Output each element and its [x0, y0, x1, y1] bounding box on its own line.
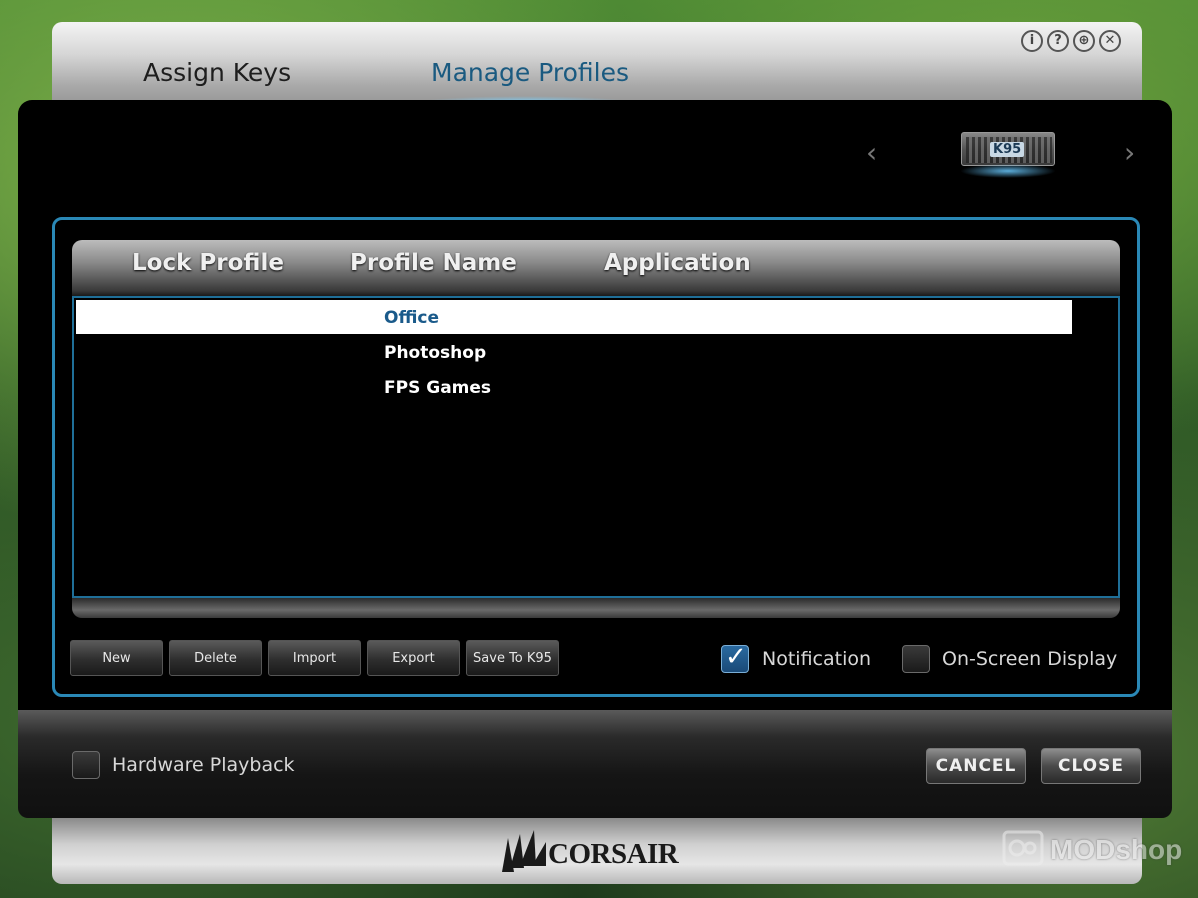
tab-assign-keys[interactable]: Assign Keys [143, 58, 291, 87]
new-button[interactable]: New [70, 640, 163, 676]
corsair-sails-logo-icon [502, 830, 546, 872]
notification-checkbox[interactable]: ✓ [721, 642, 749, 673]
device-k95-keyboard-icon[interactable]: K95 [961, 132, 1055, 166]
profile-table-footer [72, 598, 1120, 618]
on-screen-display-checkbox[interactable] [902, 645, 930, 673]
notification-label: Notification [762, 648, 872, 670]
column-application[interactable]: Application [604, 250, 751, 276]
cancel-button[interactable]: CANCEL [926, 748, 1026, 784]
tab-manage-profiles[interactable]: Manage Profiles [431, 58, 629, 87]
profile-name-cell: FPS Games [384, 378, 492, 398]
hardware-playback-label: Hardware Playback [112, 754, 295, 776]
table-row[interactable]: FPS Games [76, 370, 1072, 404]
column-profile-name[interactable]: Profile Name [350, 250, 517, 276]
close-icon[interactable]: ✕ [1099, 30, 1121, 52]
corsair-logo: CORSAIR [548, 838, 679, 870]
table-row[interactable]: Office [76, 300, 1072, 334]
help-icon[interactable]: ? [1047, 30, 1069, 52]
checkmark-icon: ✓ [725, 642, 747, 672]
hardware-playback-checkbox[interactable] [72, 751, 100, 779]
watermark-text: MODshop [1050, 834, 1183, 865]
device-name: K95 [990, 142, 1025, 157]
on-screen-display-label: On-Screen Display [942, 648, 1118, 670]
delete-button[interactable]: Delete [169, 640, 262, 676]
prev-device-chevron-left-icon[interactable]: ‹ [866, 136, 877, 169]
profile-name-cell: Office [384, 308, 440, 328]
window-controls: i ? ⊕ ✕ [1021, 30, 1121, 52]
import-button[interactable]: Import [268, 640, 361, 676]
profile-name-cell: Photoshop [384, 343, 487, 363]
table-row[interactable]: Photoshop [76, 335, 1072, 369]
profile-table: Office Photoshop FPS Games [72, 296, 1120, 598]
save-to-device-button[interactable]: Save To K95 [466, 640, 559, 676]
device-glow [960, 164, 1056, 178]
modshop-logo-icon [1002, 830, 1044, 866]
globe-icon[interactable]: ⊕ [1073, 30, 1095, 52]
next-device-chevron-right-icon[interactable]: › [1124, 136, 1135, 169]
info-icon[interactable]: i [1021, 30, 1043, 52]
export-button[interactable]: Export [367, 640, 460, 676]
modshop-watermark: MODshop [1000, 826, 1183, 870]
column-lock-profile[interactable]: Lock Profile [132, 250, 284, 276]
close-button[interactable]: CLOSE [1041, 748, 1141, 784]
